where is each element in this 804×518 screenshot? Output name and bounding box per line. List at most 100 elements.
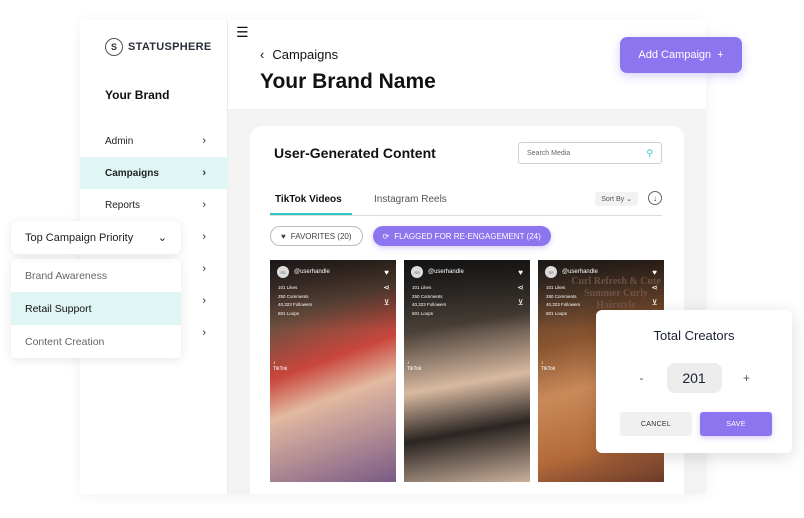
loops-count: 601 Loops <box>546 310 568 316</box>
brand-name: Your Brand <box>105 88 170 102</box>
ugc-title: User-Generated Content <box>274 145 436 161</box>
campaign-priority-select[interactable]: Top Campaign Priority ⌄ <box>11 221 181 254</box>
video-header: SS @userhandle <box>277 266 330 278</box>
download-icon[interactable]: ↓ <box>648 191 662 205</box>
sidebar-item-campaigns[interactable]: Campaigns › <box>80 157 228 189</box>
video-card[interactable]: SS @userhandle 101 Likes 250 Comments 40… <box>404 260 530 482</box>
video-stats: 101 Likes 250 Comments 40,323 Followers … <box>412 284 446 318</box>
user-handle[interactable]: @userhandle <box>562 269 598 275</box>
media-tabs: TikTok Videos Instagram Reels Sort By ⌄ … <box>270 186 662 216</box>
tiktok-label: TikTok <box>407 366 422 372</box>
cancel-button[interactable]: CANCEL <box>620 412 692 436</box>
user-handle[interactable]: @userhandle <box>294 269 330 275</box>
avatar: SS <box>277 266 289 278</box>
followers-count: 40,323 Followers <box>546 302 581 307</box>
add-campaign-button[interactable]: Add Campaign + <box>620 37 742 73</box>
download-icon[interactable]: ⊻ <box>518 298 524 307</box>
user-handle[interactable]: @userhandle <box>428 269 464 275</box>
heart-icon[interactable]: ♥ <box>384 268 389 277</box>
chevron-right-icon: › <box>202 327 206 339</box>
dropdown-menu: Brand Awareness Retail Support Content C… <box>11 259 181 358</box>
tiktok-watermark: ♪ TikTok <box>407 360 421 372</box>
filter-pills: ♥ FAVORITES (20) ⟳ FLAGGED FOR RE-ENGAGE… <box>270 226 551 246</box>
followers-count: 40,323 Followers <box>412 302 447 307</box>
chevron-right-icon: › <box>202 231 206 243</box>
comments-count: 250 Comments <box>278 293 309 299</box>
tiktok-watermark: ♪ TikTok <box>541 360 555 372</box>
option-retail-support[interactable]: Retail Support <box>11 292 181 325</box>
chevron-right-icon: › <box>202 167 206 179</box>
tab-instagram-reels[interactable]: Instagram Reels <box>374 194 447 213</box>
chevron-down-icon: ⌄ <box>157 232 167 244</box>
likes-count: 101 Likes <box>546 285 566 290</box>
chevron-right-icon: › <box>202 135 206 147</box>
logo[interactable]: S STATUSPHERE <box>105 38 212 56</box>
chevron-right-icon: › <box>202 295 206 307</box>
likes-count: 101 Likes <box>278 285 298 290</box>
logo-text: STATUSPHERE <box>128 41 212 53</box>
sort-by-label: Sort By <box>601 196 625 203</box>
share-icon[interactable]: ⋖ <box>651 283 658 292</box>
heart-icon: ♥ <box>281 231 286 241</box>
chevron-right-icon: › <box>202 199 206 211</box>
video-header: SS @userhandle <box>545 266 598 278</box>
video-actions: ♥ ⋖ ⊻ <box>517 268 524 307</box>
page-title: Your Brand Name <box>260 70 436 93</box>
chevron-left-icon: ‹ <box>260 47 265 62</box>
comments-count: 250 Comments <box>412 293 443 299</box>
dropdown-label: Top Campaign Priority <box>25 231 134 244</box>
chevron-down-icon: ⌄ <box>626 196 632 203</box>
video-stats: 101 Likes 250 Comments 40,323 Followers … <box>278 284 312 318</box>
loops-count: 601 Loops <box>412 310 434 316</box>
hamburger-menu-icon[interactable]: ☰ <box>236 24 249 41</box>
decrement-button[interactable]: - <box>635 371 649 385</box>
download-icon[interactable]: ⊻ <box>384 298 390 307</box>
heart-icon[interactable]: ♥ <box>652 268 657 277</box>
video-stats: 101 Likes 250 Comments 40,323 Followers … <box>546 284 580 318</box>
sort-by-dropdown[interactable]: Sort By ⌄ <box>595 192 638 206</box>
video-header: SS @userhandle <box>411 266 464 278</box>
favorites-filter[interactable]: ♥ FAVORITES (20) <box>270 226 363 246</box>
flagged-filter[interactable]: ⟳ FLAGGED FOR RE-ENGAGEMENT (24) <box>372 226 551 246</box>
share-icon[interactable]: ⋖ <box>383 283 390 292</box>
video-card[interactable]: SS @userhandle 101 Likes 250 Comments 40… <box>270 260 396 482</box>
increment-button[interactable]: + <box>740 371 754 385</box>
sidebar-item-reports[interactable]: Reports › <box>80 189 228 221</box>
sidebar-item-label: Reports <box>105 199 141 211</box>
video-actions: ♥ ⋖ ⊻ <box>651 268 658 307</box>
sidebar-item-admin[interactable]: Admin › <box>80 125 228 157</box>
total-creators-dialog: Total Creators - 201 + CANCEL SAVE <box>596 310 792 453</box>
save-button[interactable]: SAVE <box>700 412 772 436</box>
search-media-input[interactable]: Search Media ⚲ <box>518 142 662 164</box>
video-actions: ♥ ⋖ ⊻ <box>383 268 390 307</box>
option-brand-awareness[interactable]: Brand Awareness <box>11 259 181 292</box>
loops-count: 601 Loops <box>278 310 300 316</box>
sidebar-item-label: Campaigns <box>105 167 159 179</box>
favorites-label: FAVORITES (20) <box>290 231 352 241</box>
creators-count-input[interactable]: 201 <box>666 363 722 393</box>
video-caption: Curl Refresh & Cute Summer Curly Hairsty… <box>571 276 661 311</box>
refresh-icon: ⟳ <box>382 231 390 241</box>
breadcrumb[interactable]: ‹ Campaigns <box>260 47 338 62</box>
tiktok-label: TikTok <box>273 366 288 372</box>
breadcrumb-campaigns: Campaigns <box>272 47 339 62</box>
campaign-priority-dropdown: Top Campaign Priority ⌄ Brand Awareness … <box>11 221 181 358</box>
search-icon[interactable]: ⚲ <box>646 148 653 159</box>
flagged-label: FLAGGED FOR RE-ENGAGEMENT (24) <box>394 231 541 241</box>
tab-tiktok-videos[interactable]: TikTok Videos <box>270 194 352 215</box>
avatar: SS <box>545 266 557 278</box>
creators-stepper: - 201 + <box>596 363 792 393</box>
statusphere-logo-icon: S <box>105 38 123 56</box>
chevron-right-icon: › <box>202 263 206 275</box>
heart-icon[interactable]: ♥ <box>518 268 523 277</box>
dialog-title: Total Creators <box>653 328 735 343</box>
dialog-actions: CANCEL SAVE <box>620 412 772 436</box>
download-icon[interactable]: ⊻ <box>652 298 658 307</box>
option-content-creation[interactable]: Content Creation <box>11 325 181 358</box>
tiktok-label: TikTok <box>541 366 556 372</box>
comments-count: 250 Comments <box>546 293 577 299</box>
share-icon[interactable]: ⋖ <box>517 283 524 292</box>
search-placeholder: Search Media <box>527 149 571 157</box>
plus-icon: + <box>717 49 724 61</box>
followers-count: 40,323 Followers <box>278 302 313 307</box>
